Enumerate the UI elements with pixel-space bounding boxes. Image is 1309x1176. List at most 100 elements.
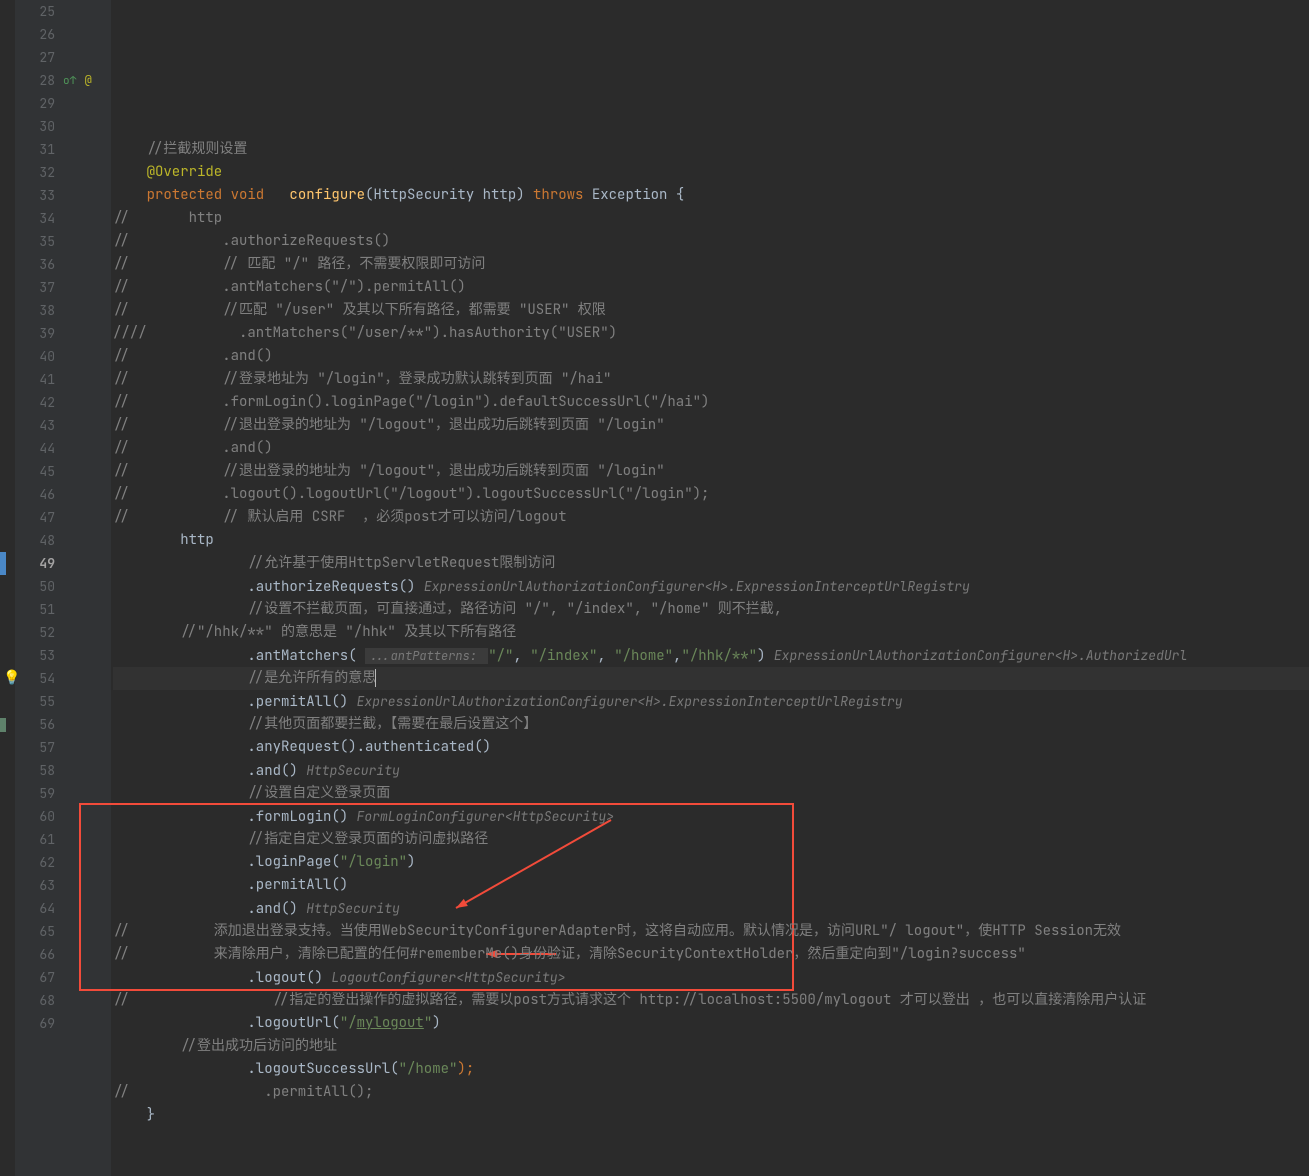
code-line[interactable]: .permitAll() ExpressionUrlAuthorizationC… [113, 690, 1309, 713]
code-line[interactable]: .loginPage("/login") [113, 851, 1309, 874]
code-editor[interactable]: 2526272829303132333435363738394041424344… [0, 0, 1309, 1176]
line-number[interactable]: 53 [15, 644, 55, 667]
line-number[interactable]: 28 [15, 69, 55, 92]
line-number[interactable]: 67 [15, 966, 55, 989]
line-number[interactable]: 35 [15, 230, 55, 253]
line-number[interactable]: 44 [15, 437, 55, 460]
line-number[interactable]: 43 [15, 414, 55, 437]
code-line[interactable]: //允许基于使用HttpServletRequest限制访问 [113, 552, 1309, 575]
line-number[interactable]: 25 [15, 0, 55, 23]
line-number[interactable]: 69 [15, 1012, 55, 1035]
line-number[interactable]: 38 [15, 299, 55, 322]
line-number[interactable]: 52 [15, 621, 55, 644]
code-line[interactable]: //指定自定义登录页面的访问虚拟路径 [113, 828, 1309, 851]
intention-bulb-icon[interactable]: 💡 [3, 667, 20, 690]
line-number-gutter[interactable]: 2526272829303132333435363738394041424344… [15, 0, 63, 1176]
line-number[interactable]: 41 [15, 368, 55, 391]
line-number[interactable]: 45 [15, 460, 55, 483]
line-number[interactable]: 30 [15, 115, 55, 138]
code-line[interactable]: .logoutSuccessUrl("/home"); [113, 1058, 1309, 1081]
code-line[interactable]: // .and() [113, 437, 1309, 460]
line-number[interactable]: 40 [15, 345, 55, 368]
code-line[interactable]: .antMatchers( ...antPatterns: "/", "/ind… [113, 644, 1309, 667]
code-line[interactable]: //"/hhk/**" 的意思是 "/hhk" 及其以下所有路径 [113, 621, 1309, 644]
code-line[interactable]: protected void configure(HttpSecurity ht… [113, 184, 1309, 207]
code-line[interactable]: .formLogin() FormLoginConfigurer<HttpSec… [113, 805, 1309, 828]
code-line[interactable]: http [113, 529, 1309, 552]
code-line[interactable] [113, 1127, 1309, 1150]
code-text [113, 163, 147, 181]
line-number[interactable]: 29 [15, 92, 55, 115]
code-line[interactable]: // //退出登录的地址为 "/logout"，退出成功后跳转到页面 "/log… [113, 460, 1309, 483]
code-area[interactable]: //拦截规则设置 @Override protected void config… [111, 0, 1309, 1176]
code-line[interactable]: .permitAll() [113, 874, 1309, 897]
code-line[interactable]: .authorizeRequests() ExpressionUrlAuthor… [113, 575, 1309, 598]
line-number[interactable]: 54 [15, 667, 55, 690]
code-line[interactable] [113, 115, 1309, 138]
code-line[interactable]: // .permitAll(); [113, 1081, 1309, 1104]
inlay-hint: HttpSecurity [306, 900, 400, 917]
line-number[interactable]: 57 [15, 736, 55, 759]
code-line[interactable]: } [113, 1104, 1309, 1127]
line-number[interactable]: 63 [15, 874, 55, 897]
code-line[interactable]: //// .antMatchers("/user/**").hasAuthori… [113, 322, 1309, 345]
code-line[interactable]: //设置不拦截页面，可直接通过，路径访问 "/", "/index", "/ho… [113, 598, 1309, 621]
line-number[interactable]: 61 [15, 828, 55, 851]
code-line[interactable]: // .logout().logoutUrl("/logout").logout… [113, 483, 1309, 506]
code-line[interactable]: // 来清除用户，清除已配置的任何#rememberMe()身份验证，清除Sec… [113, 943, 1309, 966]
code-line[interactable]: .logoutUrl("/mylogout") [113, 1012, 1309, 1035]
line-number[interactable]: 48 [15, 529, 55, 552]
code-line[interactable]: // 添加退出登录支持。当使用WebSecurityConfigurerAdap… [113, 920, 1309, 943]
line-number[interactable]: 42 [15, 391, 55, 414]
gutter-icon-slot [63, 207, 111, 230]
line-number[interactable]: 47 [15, 506, 55, 529]
code-line[interactable]: // .formLogin().loginPage("/login").defa… [113, 391, 1309, 414]
code-line[interactable]: //设置自定义登录页面 [113, 782, 1309, 805]
code-line[interactable]: 💡 //是允许所有的意思 [113, 667, 1309, 690]
code-line[interactable]: // .and() [113, 345, 1309, 368]
code-line[interactable]: //其他页面都要拦截，【需要在最后设置这个】 [113, 713, 1309, 736]
code-line[interactable]: //登出成功后访问的地址 [113, 1035, 1309, 1058]
line-number[interactable]: 50 [15, 575, 55, 598]
line-number[interactable]: 64 [15, 897, 55, 920]
code-line[interactable]: @Override [113, 161, 1309, 184]
code-line[interactable]: // .authorizeRequests() [113, 230, 1309, 253]
line-number[interactable]: 32 [15, 161, 55, 184]
code-line[interactable]: .and() HttpSecurity [113, 897, 1309, 920]
code-line[interactable]: // // 匹配 "/" 路径，不需要权限即可访问 [113, 253, 1309, 276]
line-number[interactable]: 31 [15, 138, 55, 161]
line-number[interactable]: 65 [15, 920, 55, 943]
line-number[interactable]: 66 [15, 943, 55, 966]
line-number[interactable]: 37 [15, 276, 55, 299]
line-number[interactable]: 56 [15, 713, 55, 736]
code-line[interactable]: //拦截规则设置 [113, 138, 1309, 161]
code-line[interactable]: // //登录地址为 "/login"，登录成功默认跳转到页面 "/hai" [113, 368, 1309, 391]
code-line[interactable]: // //指定的登出操作的虚拟路径，需要以post方式请求这个 http://l… [113, 989, 1309, 1012]
override-icon[interactable]: o↑ [63, 74, 76, 88]
code-line[interactable]: .logout() LogoutConfigurer<HttpSecurity> [113, 966, 1309, 989]
code-line[interactable]: // //退出登录的地址为 "/logout"，退出成功后跳转到页面 "/log… [113, 414, 1309, 437]
line-number[interactable]: 33 [15, 184, 55, 207]
line-number[interactable]: 26 [15, 23, 55, 46]
line-number[interactable]: 46 [15, 483, 55, 506]
code-line[interactable]: .and() HttpSecurity [113, 759, 1309, 782]
line-number[interactable]: 39 [15, 322, 55, 345]
line-number[interactable]: 49 [15, 552, 55, 575]
code-line[interactable]: // //匹配 "/user" 及其以下所有路径，都需要 "USER" 权限 [113, 299, 1309, 322]
line-number[interactable]: 27 [15, 46, 55, 69]
code-line[interactable]: // .antMatchers("/").permitAll() [113, 276, 1309, 299]
line-number[interactable]: 34 [15, 207, 55, 230]
line-number[interactable]: 62 [15, 851, 55, 874]
code-line[interactable]: .anyRequest().authenticated() [113, 736, 1309, 759]
code-line[interactable]: // // 默认启用 CSRF ，必须post才可以访问/logout [113, 506, 1309, 529]
line-number[interactable]: 59 [15, 782, 55, 805]
line-number[interactable]: 51 [15, 598, 55, 621]
line-number[interactable]: 60 [15, 805, 55, 828]
gutter-icon-slot [63, 46, 111, 69]
code-line[interactable]: // http [113, 207, 1309, 230]
line-number[interactable]: 55 [15, 690, 55, 713]
line-number[interactable]: 58 [15, 759, 55, 782]
code-text [113, 715, 247, 733]
line-number[interactable]: 68 [15, 989, 55, 1012]
line-number[interactable]: 36 [15, 253, 55, 276]
